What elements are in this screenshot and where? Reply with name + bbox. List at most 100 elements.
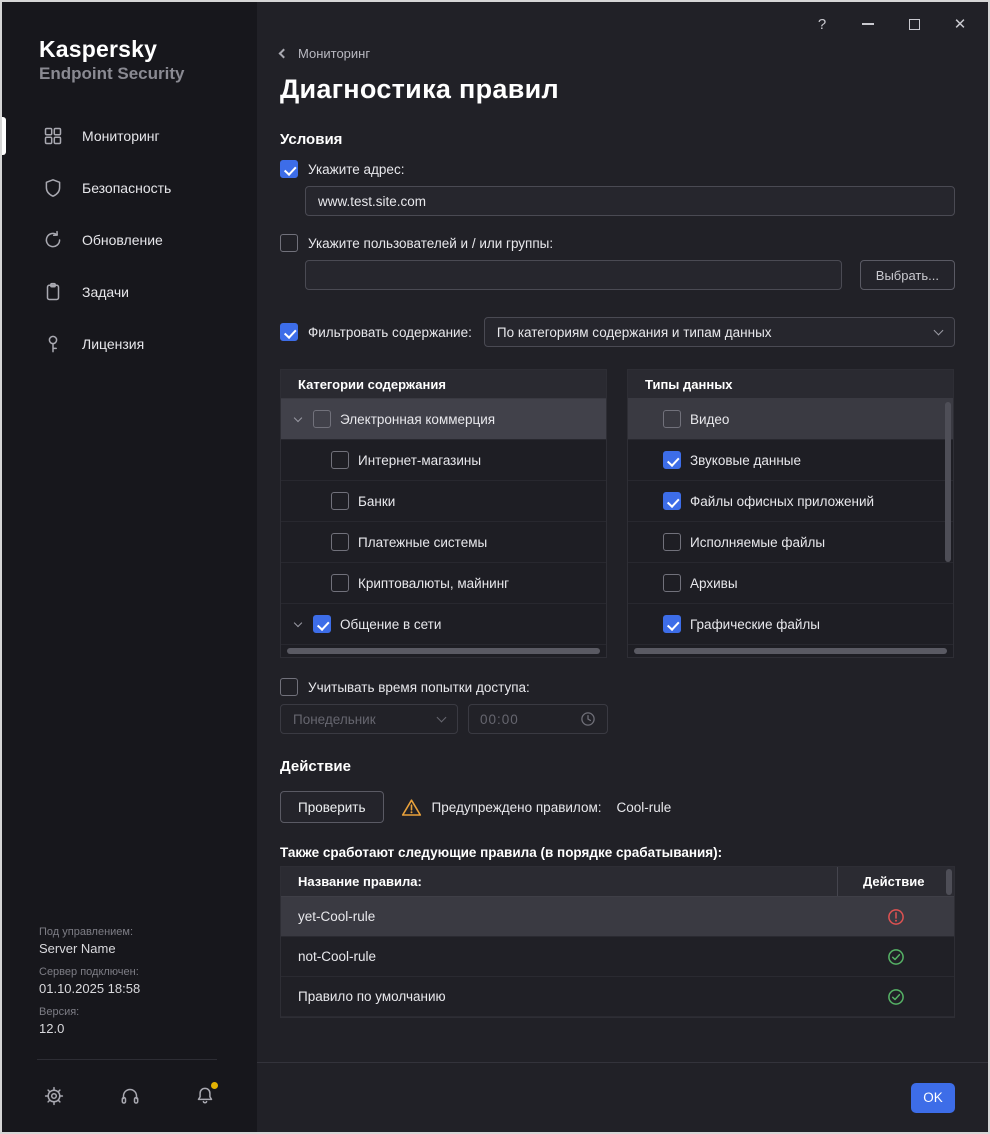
time-checkbox-row: Учитывать время попытки доступа: [280,678,955,696]
filter-checkbox[interactable] [280,323,298,341]
type-checkbox[interactable] [663,533,681,551]
category-checkbox[interactable] [331,451,349,469]
sidebar-item-license[interactable]: Лицензия [2,318,257,370]
users-checkbox[interactable] [280,234,298,252]
category-checkbox[interactable] [331,574,349,592]
support-headset-icon[interactable] [118,1084,142,1108]
address-label: Укажите адрес: [308,162,404,177]
users-label: Укажите пользователей и / или группы: [308,236,553,251]
time-label: Учитывать время попытки доступа: [308,680,530,695]
address-checkbox[interactable] [280,160,298,178]
sidebar-item-tasks[interactable]: Задачи [2,266,257,318]
address-input[interactable]: www.test.site.com [305,186,955,216]
table-row[interactable]: yet-Cool-rule [281,897,954,937]
category-checkbox[interactable] [313,615,331,633]
data-types-panel-header: Типы данных [628,370,953,399]
back-label: Мониторинг [298,46,370,61]
warning-result-label: Предупреждено правилом: [432,800,602,815]
rule-name: Правило по умолчанию [281,989,838,1004]
category-checkbox[interactable] [313,410,331,428]
type-row-video[interactable]: Видео [628,399,953,440]
clock-icon [580,711,596,727]
product-name: Endpoint Security [39,64,257,84]
rule-action-header: Действие [838,867,954,896]
notifications-bell-icon[interactable] [193,1084,217,1108]
vertical-scrollbar-thumb[interactable] [945,402,951,562]
page-title: Диагностика правил [280,74,955,105]
conditions-heading: Условия [280,131,955,148]
category-label: Платежные системы [358,535,487,550]
category-label: Банки [358,494,395,509]
type-checkbox[interactable] [663,410,681,428]
type-row-office[interactable]: Файлы офисных приложений [628,481,953,522]
ok-button[interactable]: OK [911,1083,955,1113]
category-checkbox[interactable] [331,533,349,551]
categories-panel-header: Категории содержания [281,370,606,399]
chevron-down-icon[interactable] [291,622,305,626]
category-row-crypto[interactable]: Криптовалюты, майнинг [281,563,606,604]
type-row-graphics[interactable]: Графические файлы [628,604,953,645]
category-checkbox[interactable] [331,492,349,510]
select-users-button[interactable]: Выбрать... [860,260,955,290]
minimize-icon [862,23,874,25]
category-row-ecommerce[interactable]: Электронная коммерция [281,399,606,440]
chevron-down-icon [437,712,447,722]
version-label: Версия: [39,1006,140,1018]
minimize-button[interactable] [845,8,891,40]
filter-mode-dropdown[interactable]: По категориям содержания и типам данных [484,317,955,347]
category-label: Интернет-магазины [358,453,481,468]
address-checkbox-row: Укажите адрес: [280,160,955,178]
chevron-down-icon [934,325,944,335]
check-result-row: Проверить Предупреждено правилом: Cool-r… [280,791,955,823]
close-button[interactable]: ✕ [937,8,983,40]
category-row-communication[interactable]: Общение в сети [281,604,606,645]
app-window: Kaspersky Endpoint Security Мониторинг [0,0,990,1134]
scrollbar-thumb[interactable] [634,648,947,654]
breadcrumb-back[interactable]: Мониторинг [280,46,370,61]
server-name: Server Name [39,941,140,956]
rule-status-allowed-icon [838,988,954,1006]
category-row-payments[interactable]: Платежные системы [281,522,606,563]
type-row-executables[interactable]: Исполняемые файлы [628,522,953,563]
horizontal-scrollbar [281,645,606,657]
type-label: Звуковые данные [690,453,801,468]
time-field[interactable]: 00:00 [468,704,608,734]
table-scrollbar-thumb[interactable] [946,869,952,895]
sidebar-item-label: Задачи [82,284,129,300]
sidebar-item-monitoring[interactable]: Мониторинг [2,110,257,162]
day-value: Понедельник [293,712,376,727]
settings-gear-icon[interactable] [42,1084,66,1108]
chevron-left-icon [279,49,289,59]
users-input-row: Выбрать... [305,260,955,290]
rule-status-allowed-icon [838,948,954,966]
type-checkbox[interactable] [663,451,681,469]
category-label: Общение в сети [340,617,441,632]
type-row-archives[interactable]: Архивы [628,563,953,604]
table-row[interactable]: Правило по умолчанию [281,977,954,1017]
maximize-icon [909,19,920,30]
sidebar-item-update[interactable]: Обновление [2,214,257,266]
managed-label: Под управлением: [39,926,140,938]
table-row[interactable]: not-Cool-rule [281,937,954,977]
type-label: Исполняемые файлы [690,535,825,550]
type-checkbox[interactable] [663,574,681,592]
sidebar-item-security[interactable]: Безопасность [2,162,257,214]
category-row-shops[interactable]: Интернет-магазины [281,440,606,481]
categories-panel: Категории содержания Электронная коммерц… [280,369,607,658]
main-area: ? ✕ Мониторинг Диагностика правил Услови… [257,2,990,1132]
also-trigger-text: Также сработают следующие правила (в пор… [280,845,955,860]
scrollbar-thumb[interactable] [287,648,600,654]
chevron-down-icon[interactable] [291,417,305,421]
sidebar-item-label: Мониторинг [82,128,160,144]
maximize-button[interactable] [891,8,937,40]
type-checkbox[interactable] [663,615,681,633]
check-button[interactable]: Проверить [280,791,384,823]
day-dropdown[interactable]: Понедельник [280,704,458,734]
type-row-audio[interactable]: Звуковые данные [628,440,953,481]
users-input[interactable] [305,260,842,290]
help-button[interactable]: ? [799,8,845,40]
type-checkbox[interactable] [663,492,681,510]
category-row-banks[interactable]: Банки [281,481,606,522]
time-checkbox[interactable] [280,678,298,696]
horizontal-scrollbar [628,645,953,657]
